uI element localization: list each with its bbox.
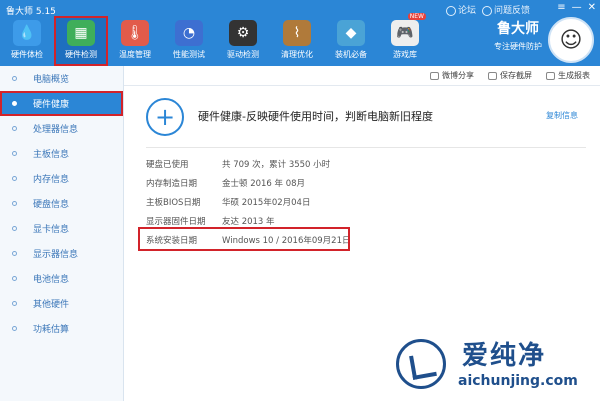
tool-cleanup[interactable]: ⌇ 清理优化 — [270, 16, 324, 66]
brand-name: 鲁大师 — [497, 21, 539, 37]
bullet-icon — [12, 176, 17, 181]
broom-icon: ⌇ — [283, 20, 311, 46]
sidebar: 电脑概览 硬件健康 处理器信息 主板信息 内存信息 硬盘信息 显卡信息 显示器信… — [0, 66, 124, 401]
close-icon[interactable]: ✕ — [588, 2, 596, 13]
highlight-box — [138, 227, 350, 251]
mascot-avatar-icon: ☺ — [548, 17, 594, 63]
forum-link[interactable]: 论坛 — [445, 3, 476, 16]
weibo-icon — [430, 71, 439, 80]
tool-essentials[interactable]: ◆ 装机必备 — [324, 16, 378, 66]
brand: 鲁大师 专注硬件防护 — [494, 18, 542, 52]
thermometer-icon: 🌡 — [121, 20, 149, 46]
brand-subtitle: 专注硬件防护 — [494, 42, 542, 51]
main-toolbar: 💧 硬件体检 ▦ 硬件检测 🌡 温度管理 ◔ 性能测试 ⚙ 驱动检测 ⌇ 清理优… — [0, 13, 432, 66]
tool-games[interactable]: NEW 🎮 游戏库 — [378, 13, 432, 66]
page-title: 硬件健康-反映硬件使用时间，判断电脑新旧程度 — [198, 110, 433, 123]
action-bar: 微博分享 保存截屏 生成报表 — [124, 66, 600, 86]
plus-icon: + — [146, 98, 184, 136]
bullet-icon — [12, 101, 17, 106]
window-controls: ≡ — ✕ — [557, 2, 596, 13]
sidebar-item-cpu[interactable]: 处理器信息 — [0, 116, 123, 141]
sidebar-item-gpu[interactable]: 显卡信息 — [0, 216, 123, 241]
top-bar: 鲁大师 5.15 论坛 问题反馈 ≡ — ✕ 💧 硬件体检 ▦ 硬件检测 🌡 温… — [0, 0, 600, 66]
save-screenshot-button[interactable]: 保存截屏 — [488, 70, 532, 81]
tool-performance[interactable]: ◔ 性能测试 — [162, 16, 216, 66]
window-links: 论坛 问题反馈 — [445, 3, 530, 16]
section-header: + 硬件健康-反映硬件使用时间，判断电脑新旧程度 复制信息 — [146, 96, 586, 148]
report-icon — [546, 71, 555, 80]
tool-hardware-detect[interactable]: ▦ 硬件检测 — [54, 16, 108, 66]
bullet-icon — [12, 201, 17, 206]
forum-icon — [445, 5, 456, 16]
bullet-icon — [12, 126, 17, 131]
generate-report-button[interactable]: 生成报表 — [546, 70, 590, 81]
bullet-icon — [12, 301, 17, 306]
list-item: 内存制造日期 金士顿 2016 年 08月 — [146, 178, 306, 189]
sidebar-item-overview[interactable]: 电脑概览 — [0, 66, 123, 91]
cube-icon: ◆ — [337, 20, 365, 46]
sidebar-item-disk[interactable]: 硬盘信息 — [0, 191, 123, 216]
feedback-link[interactable]: 问题反馈 — [481, 3, 530, 16]
list-item: 主板BIOS日期 华硕 2015年02月04日 — [146, 197, 311, 208]
tool-hardware-checkup[interactable]: 💧 硬件体检 — [0, 16, 54, 66]
watermark-text: 爱纯净 — [462, 341, 547, 371]
gear-icon: ⚙ — [229, 20, 257, 46]
minimize-icon[interactable]: — — [572, 2, 582, 13]
feedback-icon — [481, 5, 492, 16]
new-badge: NEW — [407, 13, 426, 20]
bullet-icon — [12, 151, 17, 156]
bullet-icon — [12, 326, 17, 331]
gamepad-icon: 🎮 — [391, 20, 419, 46]
sidebar-item-battery[interactable]: 电池信息 — [0, 266, 123, 291]
sidebar-item-memory[interactable]: 内存信息 — [0, 166, 123, 191]
camera-icon — [488, 71, 497, 80]
watermark-url: aichunjing.com — [458, 373, 578, 389]
menu-icon[interactable]: ≡ — [557, 2, 565, 13]
sidebar-item-monitor[interactable]: 显示器信息 — [0, 241, 123, 266]
board-icon: ▦ — [67, 20, 95, 46]
bullet-icon — [12, 226, 17, 231]
gauge-icon: ◔ — [175, 20, 203, 46]
sidebar-item-hardware-health[interactable]: 硬件健康 — [0, 91, 123, 116]
bullet-icon — [12, 76, 17, 81]
bullet-icon — [12, 251, 17, 256]
copy-info-link[interactable]: 复制信息 — [546, 110, 578, 121]
tool-temperature[interactable]: 🌡 温度管理 — [108, 16, 162, 66]
watermark-logo-icon — [396, 339, 446, 389]
bullet-icon — [12, 276, 17, 281]
watermark: 爱纯净 aichunjing.com — [396, 335, 594, 395]
list-item: 硬盘已使用共 709 次，累计 3550 小时 — [146, 159, 331, 170]
drop-icon: 💧 — [13, 20, 41, 46]
sidebar-item-motherboard[interactable]: 主板信息 — [0, 141, 123, 166]
sidebar-item-other[interactable]: 其他硬件 — [0, 291, 123, 316]
tool-driver[interactable]: ⚙ 驱动检测 — [216, 16, 270, 66]
sidebar-item-power[interactable]: 功耗估算 — [0, 316, 123, 341]
weibo-share-button[interactable]: 微博分享 — [430, 70, 474, 81]
